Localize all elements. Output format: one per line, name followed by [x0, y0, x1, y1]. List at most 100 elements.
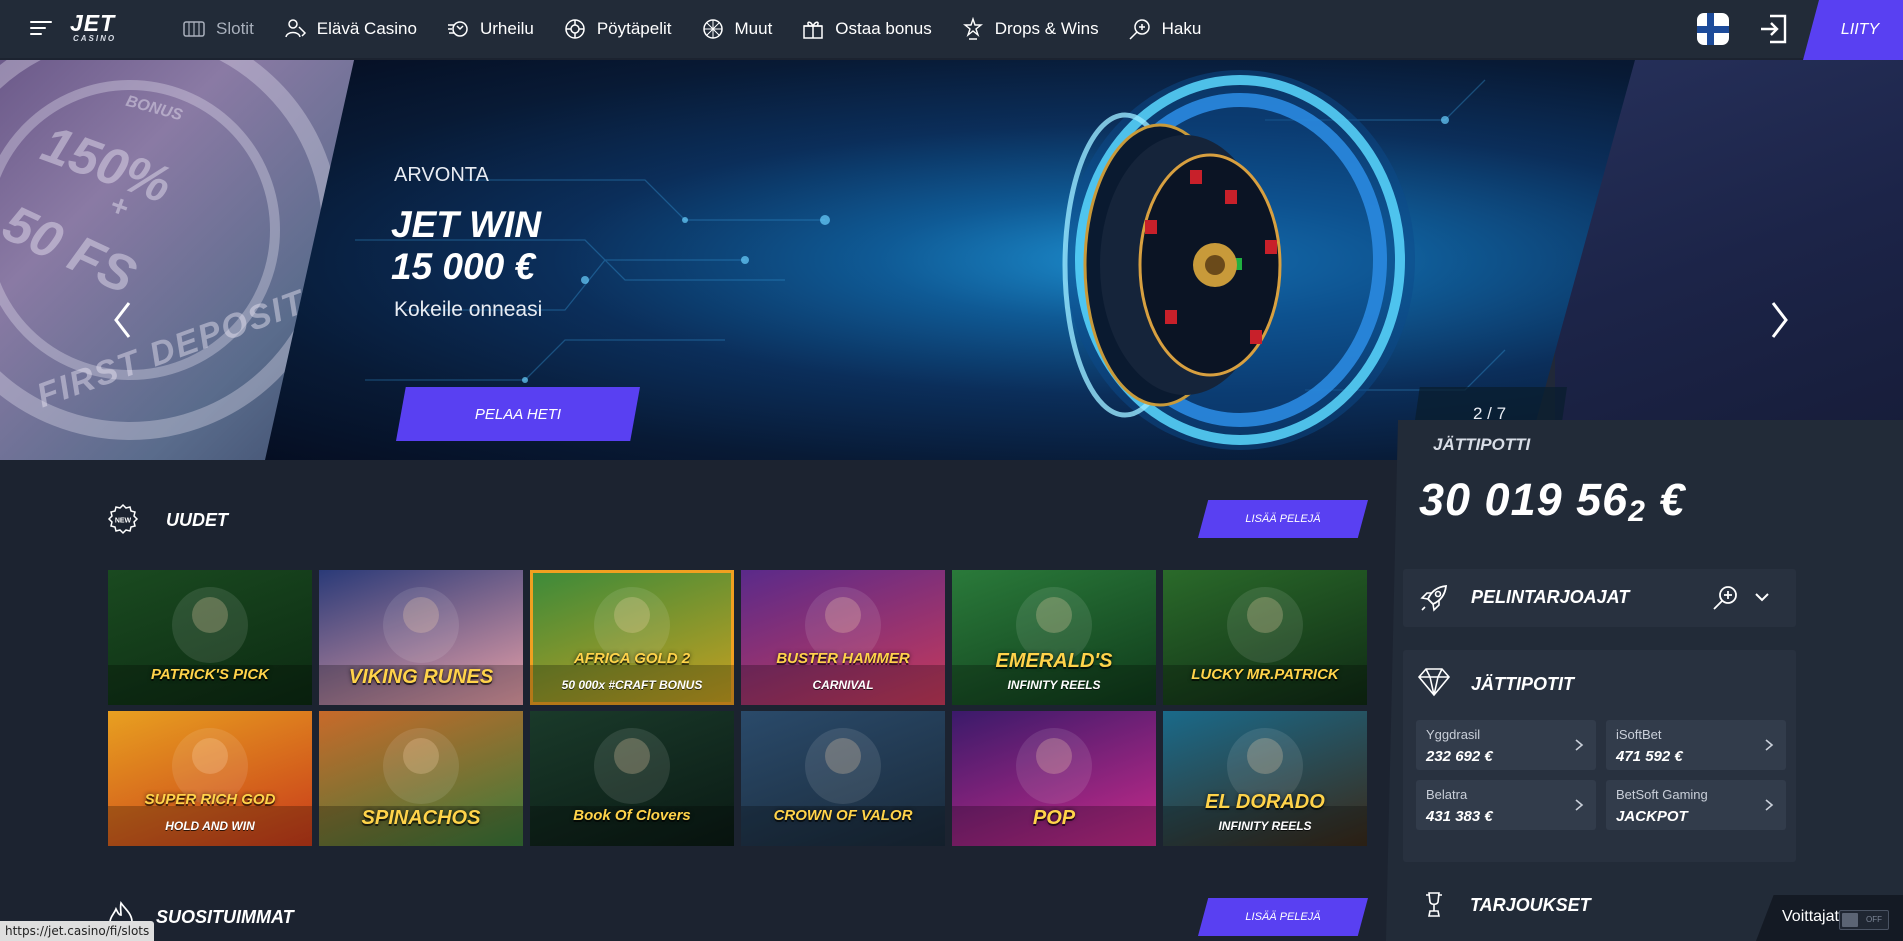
login-icon[interactable]	[1758, 13, 1788, 45]
search-icon	[1129, 19, 1150, 40]
other-games-icon	[702, 19, 723, 39]
jackpot-provider: Belatra	[1426, 787, 1468, 802]
jackpot-provider: BetSoft Gaming	[1616, 787, 1708, 802]
slide-title-line1: JET WIN	[391, 204, 542, 245]
game-tile[interactable]: SPINACHOS	[319, 711, 523, 846]
jackpot-card[interactable]: Belatra 431 383 €	[1416, 780, 1596, 830]
chevron-right-icon	[1765, 739, 1774, 751]
jackpots-title: JÄTTIPOTIT	[1471, 674, 1574, 694]
nav-item-label: Slotit	[216, 19, 254, 38]
game-thumbnail	[741, 728, 945, 846]
providers-title: PELINTARJOAJAT	[1471, 587, 1630, 607]
play-now-button[interactable]: PELAA HETI	[396, 387, 640, 441]
sports-icon	[447, 21, 468, 37]
nav-item-label: Pöytäpelit	[596, 19, 672, 38]
nav-item-label: Urheilu	[479, 19, 534, 38]
game-tile[interactable]: BUSTER HAMMER CARNIVAL	[741, 570, 945, 705]
hero-carousel: BONUS 150% + 50 FS FIRST DEPOSIT ARVONTA…	[0, 60, 1903, 460]
jackpot-label: JÄTTIPOTTI	[1433, 435, 1531, 454]
join-label: LIITY	[1840, 21, 1880, 38]
logo[interactable]: JET CASINO	[70, 10, 117, 44]
game-title: CROWN OF VALOR	[773, 807, 913, 824]
game-tile[interactable]: EMERALD'S INFINITY REELS	[952, 570, 1156, 705]
table-games-icon	[565, 19, 585, 39]
trophy-icon	[962, 17, 983, 40]
game-tile[interactable]: PATRICK'S PICK	[108, 570, 312, 705]
slide-subtitle: Kokeile onneasi	[394, 298, 543, 321]
slots-icon	[183, 21, 205, 37]
winners-toggle-panel: Voittajat OFF	[1756, 895, 1903, 941]
nav-item-slotit[interactable]: Slotit	[182, 17, 254, 41]
live-dealer-icon	[285, 19, 306, 38]
new-badge-text: NEW	[115, 518, 132, 525]
jackpot-value: 232 692 €	[1426, 748, 1493, 765]
game-title: Book Of Clovers	[573, 807, 691, 824]
slide-title: JET WIN 15 000 €	[391, 204, 541, 288]
game-tile[interactable]: AFRICA GOLD 2 50 000x #CRAFT BONUS	[530, 570, 734, 705]
game-subtitle: HOLD AND WIN	[165, 819, 255, 833]
game-tile[interactable]: EL DORADO INFINITY REELS	[1163, 711, 1367, 846]
winners-toggle[interactable]: OFF	[1839, 910, 1889, 930]
nav-item-muut[interactable]: Muut	[701, 17, 772, 41]
more-popular-games-label: LISÄÄ PELEJÄ	[1245, 911, 1321, 923]
providers-dropdown[interactable]: PELINTARJOAJAT	[1403, 569, 1796, 627]
trophy-icon	[1426, 892, 1442, 917]
jackpot-card[interactable]: iSoftBet 471 592 €	[1606, 720, 1786, 770]
join-button[interactable]: LIITY	[1803, 0, 1903, 60]
game-title: BUSTER HAMMER	[776, 650, 910, 667]
nav-item-label: Drops & Wins	[994, 19, 1099, 38]
jackpot-provider: iSoftBet	[1616, 727, 1662, 742]
menu-icon[interactable]	[30, 19, 52, 37]
game-title: SUPER RICH GOD	[144, 791, 276, 808]
finland-flag-icon[interactable]	[1697, 13, 1729, 45]
new-games-header: NEW UUDET	[106, 503, 228, 537]
jackpot-card[interactable]: Yggdrasil 232 692 €	[1416, 720, 1596, 770]
jackpot-card[interactable]: BetSoft Gaming JACKPOT	[1606, 780, 1786, 830]
nav-item-label: Haku	[1161, 19, 1202, 38]
more-popular-games-button[interactable]: LISÄÄ PELEJÄ	[1198, 898, 1368, 936]
nav-item-pöytäpelit[interactable]: Pöytäpelit	[563, 17, 672, 41]
nav-item-ostaa-bonus[interactable]: Ostaa bonus	[801, 17, 932, 41]
game-thumbnail	[530, 728, 734, 846]
toggle-knob	[1842, 913, 1858, 927]
new-badge-icon: NEW	[107, 503, 139, 535]
game-tile[interactable]: Book Of Clovers	[530, 711, 734, 846]
chevron-right-icon	[1765, 799, 1774, 811]
status-bar-url: https://jet.casino/fi/slots	[0, 921, 155, 941]
game-thumbnail	[1163, 587, 1367, 705]
nav-item-urheilu[interactable]: Urheilu	[446, 17, 534, 41]
play-now-label: PELAA HETI	[474, 405, 562, 423]
game-tile[interactable]: POP	[952, 711, 1156, 846]
game-title: EL DORADO	[1205, 791, 1325, 813]
jackpot-amount: 30 019 562 €	[1419, 474, 1685, 529]
rocket-icon	[1420, 584, 1448, 612]
game-title: SPINACHOS	[361, 807, 481, 829]
game-subtitle: INFINITY REELS	[1218, 819, 1312, 833]
chevron-right-icon	[1575, 739, 1584, 751]
game-tile[interactable]: LUCKY MR.PATRICK	[1163, 570, 1367, 705]
chevron-down-icon[interactable]	[1754, 591, 1770, 603]
jackpot-provider: Yggdrasil	[1426, 727, 1481, 742]
game-tile[interactable]: VIKING RUNES	[319, 570, 523, 705]
game-tile[interactable]: CROWN OF VALOR	[741, 711, 945, 846]
chevron-left-icon[interactable]	[112, 300, 132, 340]
logo-text: JET	[70, 10, 116, 36]
game-tile[interactable]: SUPER RICH GOD HOLD AND WIN	[108, 711, 312, 846]
jackpots-box: JÄTTIPOTIT Yggdrasil 232 692 € iSoftBet 471…	[1403, 650, 1796, 862]
nav-item-drops-wins[interactable]: Drops & Wins	[961, 17, 1099, 41]
offers-title[interactable]: TARJOUKSET	[1470, 895, 1591, 916]
top-navigation: JET CASINO Slotit Elävä Casino Urheilu Pöyt…	[0, 0, 1903, 60]
nav-item-elävä-casino[interactable]: Elävä Casino	[283, 17, 417, 41]
logo-subtext: CASINO	[73, 34, 117, 43]
game-title: PATRICK'S PICK	[150, 666, 269, 683]
game-title: VIKING RUNES	[348, 666, 494, 688]
game-title: EMERALD'S	[995, 650, 1113, 672]
chevron-right-icon[interactable]	[1770, 300, 1790, 340]
popular-games-title: SUOSITUIMMAT	[156, 906, 294, 927]
nav-item-haku[interactable]: Haku	[1128, 17, 1202, 41]
nav-item-label: Elävä Casino	[316, 19, 417, 38]
search-icon[interactable]	[1711, 585, 1739, 611]
game-thumbnail	[108, 587, 312, 705]
winners-label: Voittajat	[1782, 908, 1839, 925]
more-new-games-button[interactable]: LISÄÄ PELEJÄ	[1198, 500, 1368, 538]
